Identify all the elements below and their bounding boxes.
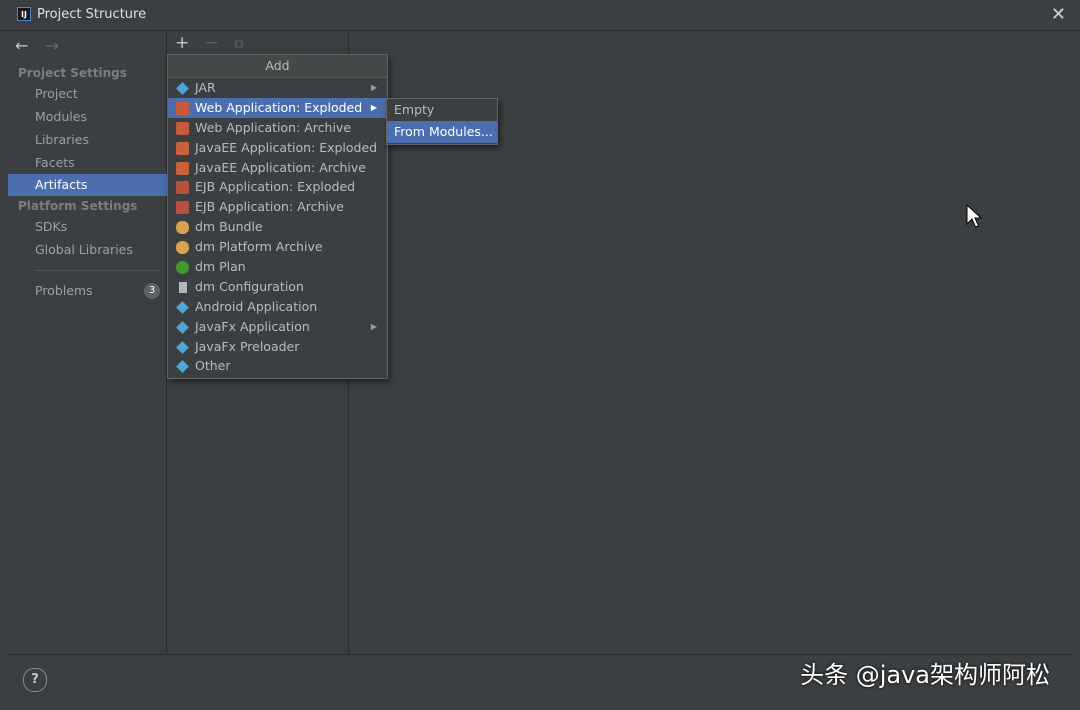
menu-item-label: EJB Application: Exploded [195,179,356,195]
title-bar: IJ Project Structure ✕ [0,0,1080,31]
bottom-bar: ? 头条 @java架构师阿松 [8,654,1072,710]
watermark: 头条 @java架构师阿松 [800,661,1050,689]
menu-item-web-archive[interactable]: Web Application: Archive [168,118,387,138]
popup-header: Add [168,55,387,78]
menu-item-label: JavaFx Preloader [195,338,300,354]
web-icon [176,121,189,135]
ejb-icon [176,201,189,215]
nav-item-modules[interactable]: Modules [8,106,167,128]
menu-item-label: EJB Application: Archive [195,199,344,215]
intellij-icon: IJ [17,7,31,21]
submenu-item-from-modules[interactable]: From Modules... [387,121,497,143]
window-title: Project Structure [37,7,147,22]
section-platform-settings: Platform Settings [18,199,138,213]
plan-icon [176,261,189,275]
diamond-icon [176,360,189,374]
menu-item-label: Android Application [195,298,318,314]
problems-count-badge: 3 [144,283,160,299]
nav-item-sdks[interactable]: SDKs [8,216,167,238]
menu-item-label: JavaFx Application [195,318,310,334]
help-button[interactable]: ? [23,668,47,692]
submenu-arrow-icon: ▶ [370,83,377,92]
bundle-icon [176,221,189,235]
diamond-icon [176,320,189,334]
left-nav: ← → Project Settings Project Modules Lib… [8,31,167,654]
menu-item-label: JavaEE Application: Exploded [195,139,378,155]
diamond-icon [176,300,189,314]
close-icon[interactable]: ✕ [1051,4,1066,25]
menu-item-web-exploded[interactable]: Web Application: Exploded ▶ [168,97,387,118]
menu-item-javafx-preloader[interactable]: JavaFx Preloader [168,337,387,357]
menu-item-jar[interactable]: JAR ▶ [168,78,387,98]
web-icon [176,101,189,115]
menu-item-label: JavaEE Application: Archive [195,159,366,175]
menu-item-dm-plan[interactable]: dm Plan [168,257,387,277]
menu-item-dm-configuration[interactable]: dm Configuration [168,277,387,297]
nav-item-global-libraries[interactable]: Global Libraries [8,239,167,261]
menu-item-dm-bundle[interactable]: dm Bundle [168,217,387,237]
submenu-arrow-icon: ▶ [370,321,377,331]
menu-item-label: Other [195,358,231,374]
add-icon[interactable]: + [175,33,189,53]
menu-item-other[interactable]: Other [168,356,387,376]
menu-item-label: dm Platform Archive [195,239,323,255]
menu-item-android[interactable]: Android Application [168,297,387,317]
menu-item-dm-platform-archive[interactable]: dm Platform Archive [168,237,387,257]
nav-item-project[interactable]: Project [8,83,167,105]
menu-item-javafx-application[interactable]: JavaFx Application ▶ [168,317,387,337]
menu-item-label: Web Application: Archive [195,119,352,135]
forward-arrow-icon[interactable]: → [46,36,59,55]
problems-label: Problems [35,283,93,298]
submenu-arrow-icon: ▶ [370,102,377,112]
diamond-icon [176,340,189,354]
add-popup-menu: Add JAR ▶ Web Application: Exploded ▶ We… [167,54,388,379]
nav-item-facets[interactable]: Facets [8,152,167,174]
menu-item-label: dm Plan [195,259,246,275]
javaee-icon [176,141,189,155]
menu-item-label: dm Bundle [195,219,263,235]
nav-divider [35,270,160,271]
menu-item-ejb-exploded[interactable]: EJB Application: Exploded [168,177,387,197]
web-exploded-submenu: Empty From Modules... [386,98,498,145]
diamond-icon [176,82,189,95]
nav-item-problems[interactable]: Problems 3 [8,280,167,302]
menu-item-label: JAR [195,80,216,95]
menu-item-javaee-exploded[interactable]: JavaEE Application: Exploded [168,138,387,158]
list-toolbar: + − ⧉ [175,33,254,53]
menu-item-ejb-archive[interactable]: EJB Application: Archive [168,197,387,217]
menu-item-label: dm Configuration [195,278,304,294]
section-project-settings: Project Settings [18,66,127,80]
menu-item-label: Web Application: Exploded [195,99,363,115]
remove-icon[interactable]: − [205,33,219,53]
back-arrow-icon[interactable]: ← [15,36,28,55]
copy-icon[interactable]: ⧉ [234,37,243,52]
javaee-icon [176,161,189,175]
nav-item-artifacts[interactable]: Artifacts [8,174,167,196]
nav-item-libraries[interactable]: Libraries [8,129,167,151]
submenu-item-empty[interactable]: Empty [387,99,497,121]
mouse-cursor-icon [966,204,982,228]
config-icon [179,281,187,293]
nav-arrows: ← → [15,36,71,55]
bundle-icon [176,241,189,255]
ejb-icon [176,181,189,195]
menu-item-javaee-archive[interactable]: JavaEE Application: Archive [168,158,387,178]
